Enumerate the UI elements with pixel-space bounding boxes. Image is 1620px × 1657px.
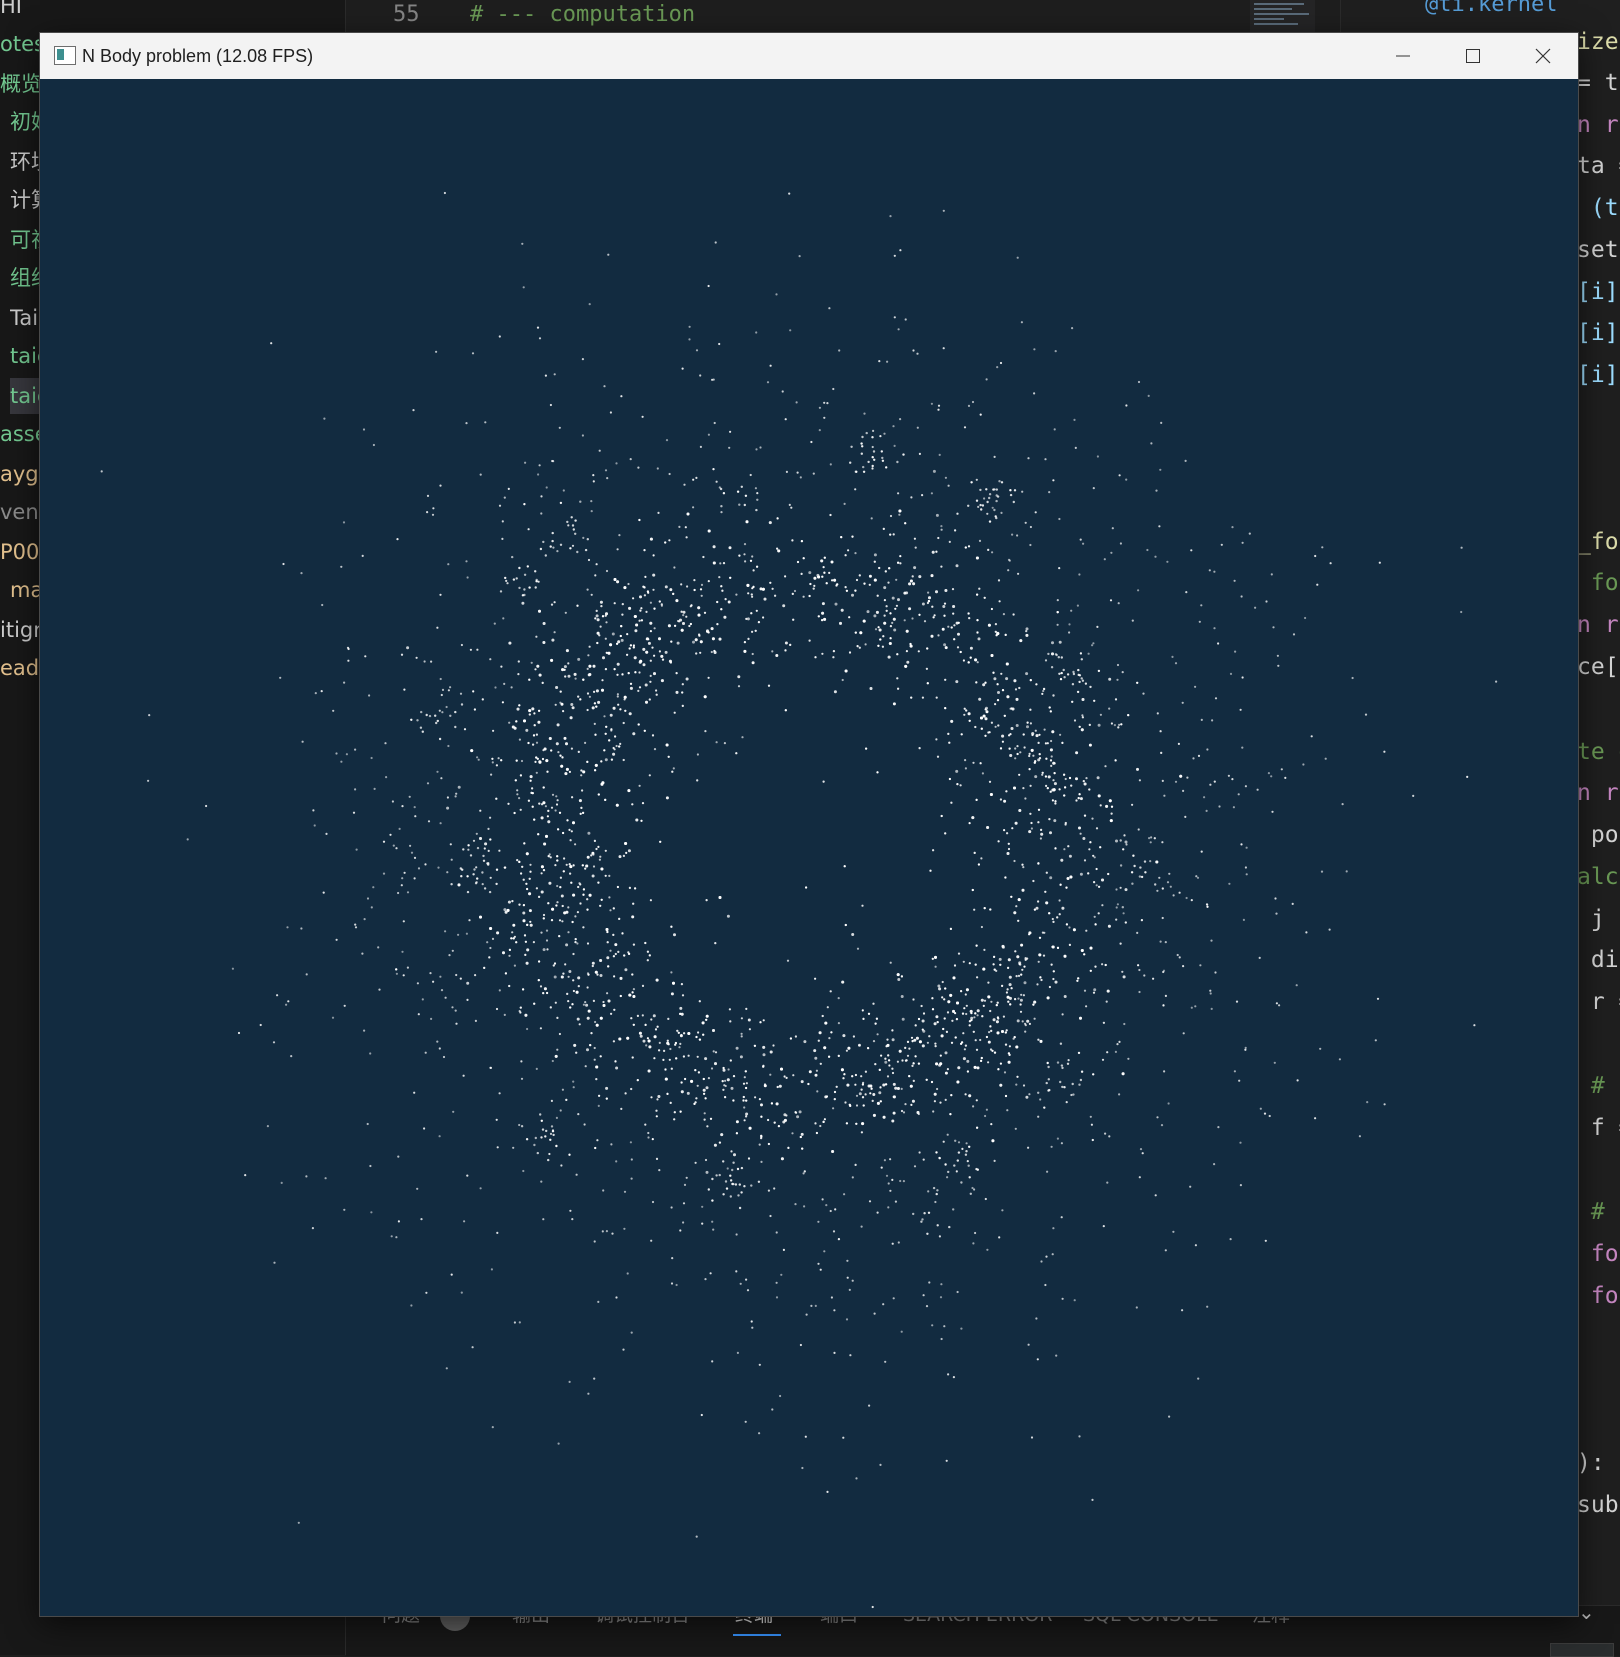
code-fragment: [i] xyxy=(1577,279,1619,305)
code-fragment: subs xyxy=(1577,1492,1620,1518)
line-number: 55 xyxy=(393,2,420,27)
window-titlebar[interactable]: N Body problem (12.08 FPS) xyxy=(40,33,1578,80)
maximize-button[interactable] xyxy=(1438,33,1508,79)
code-fragment: # a xyxy=(1590,1199,1620,1225)
code-fragment: for xyxy=(1590,570,1620,596)
explorer-item[interactable]: itign xyxy=(0,612,40,648)
code-fragment: [i] xyxy=(1577,362,1619,388)
explorer-item[interactable]: P00 xyxy=(0,534,40,570)
minimap[interactable] xyxy=(1250,0,1315,34)
minimize-button[interactable] xyxy=(1368,33,1438,79)
code-fragment: ize( xyxy=(1577,29,1620,55)
explorer-item[interactable]: HI xyxy=(0,0,40,24)
particles xyxy=(100,191,1498,1609)
explorer-item[interactable]: 环境 xyxy=(10,144,40,180)
explorer-item[interactable]: ven xyxy=(0,494,40,530)
explorer-item[interactable]: 可视 xyxy=(10,222,40,258)
close-icon xyxy=(1535,48,1551,64)
explorer-item[interactable]: 初始 xyxy=(10,104,40,140)
explorer-item[interactable]: ayg xyxy=(0,456,40,492)
code-fragment: for xyxy=(1590,1241,1620,1267)
close-button[interactable] xyxy=(1508,33,1578,79)
chevron-down-icon[interactable]: ⌄ xyxy=(1578,1600,1595,1624)
explorer-item[interactable]: asse xyxy=(0,416,40,452)
code-line[interactable]: # --- computation xyxy=(470,0,695,30)
code-fragment: n ra xyxy=(1577,780,1620,806)
explorer-item[interactable]: otes xyxy=(0,26,40,62)
code-fragment: n ra xyxy=(1577,612,1620,638)
code-fragment: [i] xyxy=(1577,320,1619,346)
code-fragment: te g xyxy=(1577,739,1620,765)
code-fragment: ): xyxy=(1577,1450,1605,1476)
explorer-item[interactable]: ma xyxy=(10,572,40,608)
explorer-item[interactable]: taic xyxy=(10,378,40,414)
explorer-item[interactable]: Tai xyxy=(10,300,40,336)
code-decorator: @ti.kernel xyxy=(1425,0,1558,17)
code-fragment: (ti xyxy=(1590,195,1620,221)
code-fragment: n ra xyxy=(1577,112,1620,138)
active-tab-indicator xyxy=(733,1634,781,1636)
code-fragment: pos xyxy=(1590,822,1620,848)
code-fragment: _for xyxy=(1577,529,1620,555)
code-fragment: = ti xyxy=(1577,70,1620,96)
code-fragment: f = xyxy=(1590,1115,1620,1141)
explorer-item[interactable]: taic xyxy=(10,338,40,374)
window-title: N Body problem (12.08 FPS) xyxy=(82,46,314,66)
code-fragment: set xyxy=(1577,237,1619,263)
code-fragment: dif xyxy=(1590,947,1620,973)
code-fragment: alcu xyxy=(1577,864,1620,890)
explorer-item[interactable]: 概览 xyxy=(0,66,40,102)
minimize-icon xyxy=(1396,55,1410,57)
code-fragment: ta = xyxy=(1577,153,1620,179)
particle-field xyxy=(100,191,1498,1609)
app-window-icon xyxy=(54,46,76,65)
code-fragment: for xyxy=(1590,1283,1620,1309)
explorer-item[interactable]: eadm xyxy=(0,650,40,686)
explorer-item[interactable]: 计算 xyxy=(10,182,40,218)
nbody-window: N Body problem (12.08 FPS) xyxy=(40,33,1578,1616)
code-fragment: # c xyxy=(1590,1073,1620,1099)
maximize-icon xyxy=(1466,49,1480,63)
code-fragment: j i xyxy=(1590,906,1620,932)
explorer-item[interactable]: 组织 xyxy=(10,260,40,296)
code-fragment: ce[i xyxy=(1577,654,1620,680)
code-fragment: r = xyxy=(1590,989,1620,1015)
simulation-canvas[interactable] xyxy=(40,79,1578,1616)
